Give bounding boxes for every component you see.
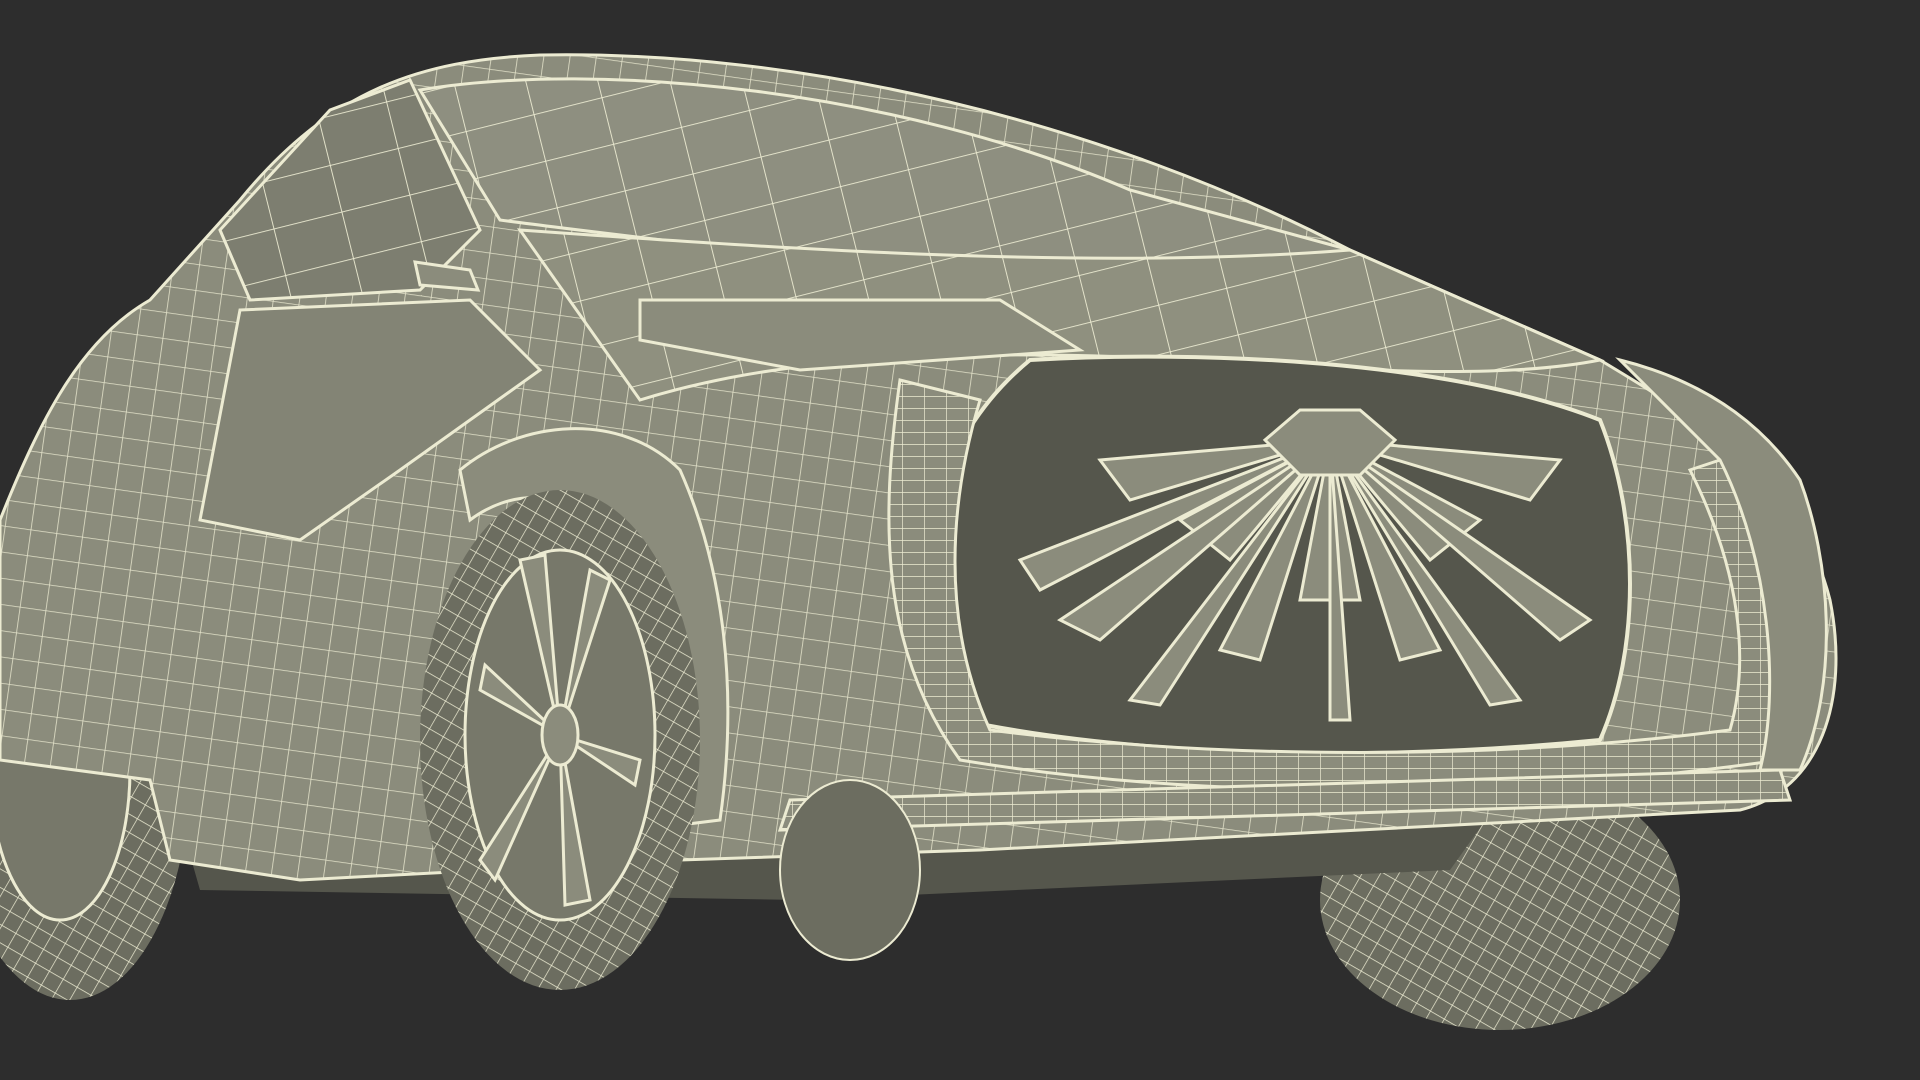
wheel-hub [540,703,580,767]
front-grille [924,354,1632,756]
render-viewport [0,0,1920,1080]
far-wheel-partial [779,779,921,961]
car-wireframe-render [0,0,1920,1080]
front-wheel [420,490,700,990]
